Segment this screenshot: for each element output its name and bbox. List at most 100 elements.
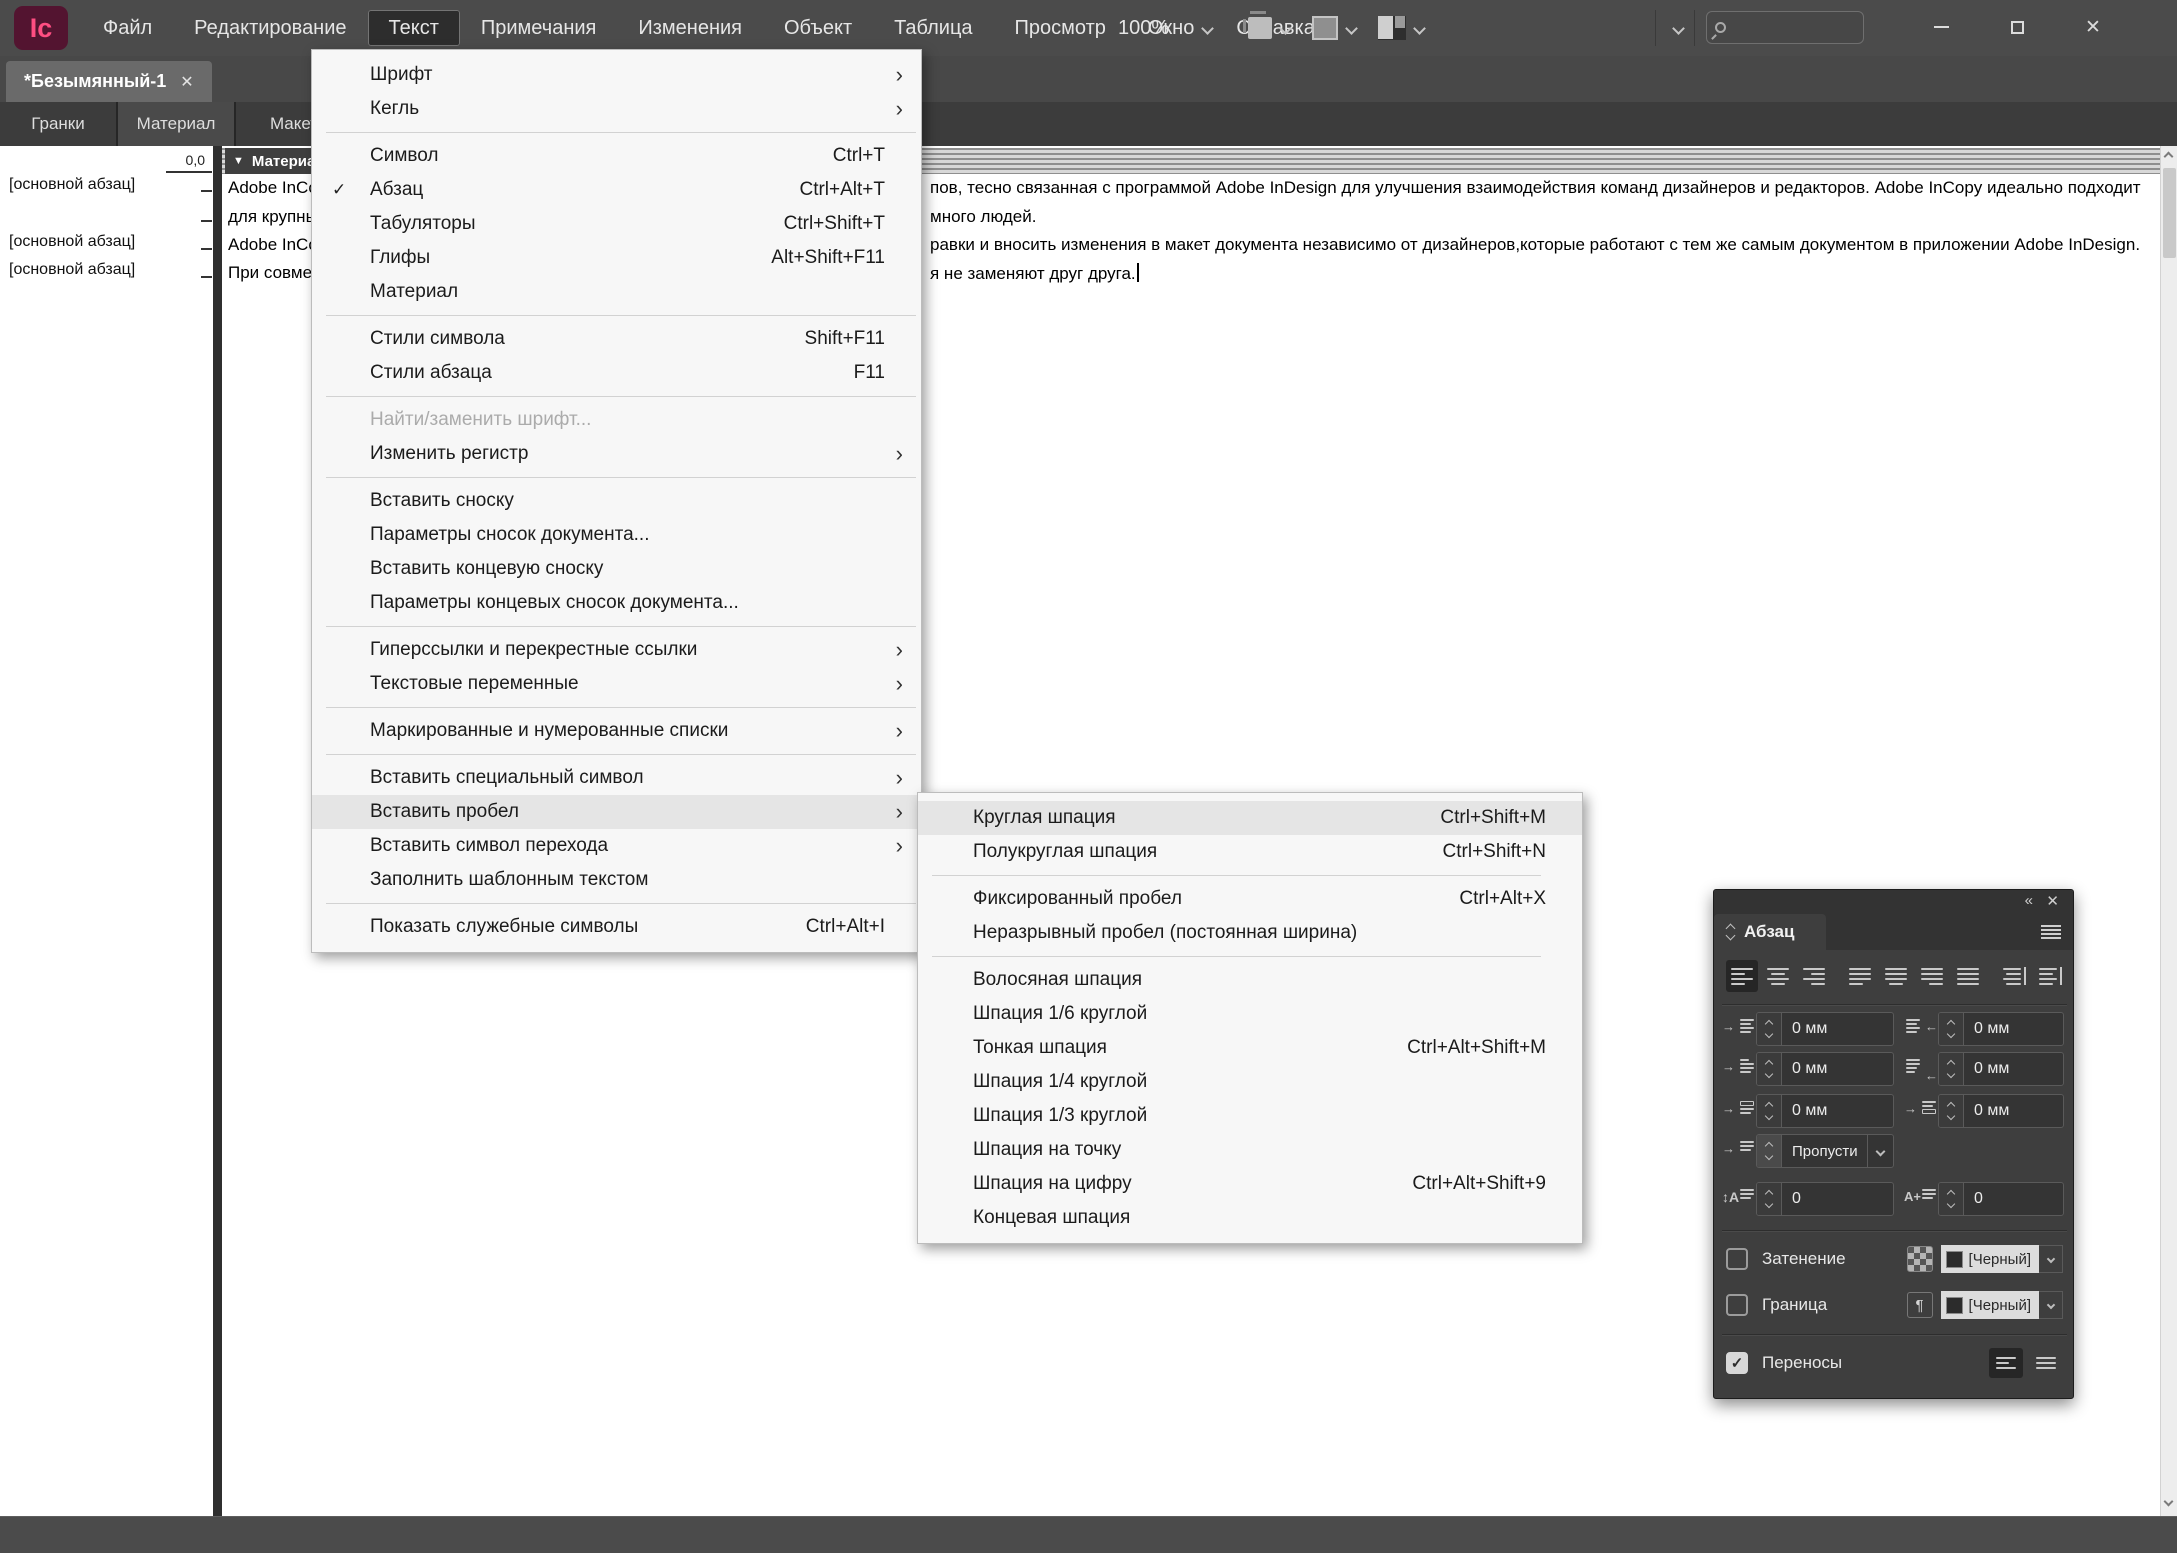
submenu-item[interactable]: ✓ [918, 950, 1582, 963]
menu-item[interactable]: ✓ Глифы Alt+Shift+F11 › [312, 241, 921, 275]
menubar-item[interactable]: Таблица [873, 10, 993, 46]
menu-item[interactable]: ✓ Гиперссылки и перекрестные ссылки › [312, 633, 921, 667]
border-checkbox[interactable] [1726, 1294, 1748, 1316]
justify-last-center-button[interactable] [1880, 960, 1912, 992]
close-button[interactable]: ✕ [2070, 8, 2116, 46]
menu-item[interactable]: ✓ › [312, 126, 921, 139]
menu-item[interactable]: ✓ Материал › [312, 275, 921, 309]
menu-item[interactable]: ✓ › [312, 620, 921, 633]
space-before-field[interactable]: 0 мм [1756, 1094, 1894, 1128]
zoom-control[interactable]: 100% [1118, 10, 1212, 46]
chevron-down-icon[interactable] [1201, 22, 1214, 35]
stepper-icons[interactable] [1757, 1183, 1782, 1215]
menu-item[interactable]: ✓ Абзац Ctrl+Alt+T › [312, 173, 921, 207]
search-box[interactable] [1706, 11, 1864, 44]
menu-item[interactable]: ✓ Стили символа Shift+F11 › [312, 322, 921, 356]
space-after-field[interactable]: 0 мм [1938, 1094, 2064, 1128]
space-between-dropdown[interactable]: Пропусти [1756, 1134, 1894, 1168]
menu-item[interactable]: ✓ Символ Ctrl+T › [312, 139, 921, 173]
stepper-icons[interactable] [1757, 1135, 1782, 1167]
stroke-settings-button[interactable] [1248, 17, 1290, 39]
maximize-button[interactable] [1994, 8, 2040, 46]
frame-view-button[interactable] [1312, 16, 1356, 40]
justify-all-button[interactable] [1952, 960, 1984, 992]
close-tab-icon[interactable]: ✕ [180, 72, 193, 92]
stepper-icons[interactable] [1939, 1053, 1964, 1085]
menu-item[interactable]: ✓ Вставить специальный символ › [312, 761, 921, 795]
drop-cap-chars-field[interactable]: 0 [1938, 1182, 2064, 1216]
align-right-button[interactable] [1798, 960, 1830, 992]
border-color-combo[interactable]: [Черный] [1941, 1291, 2039, 1319]
align-left-button[interactable] [1726, 960, 1758, 992]
search-input[interactable] [1732, 19, 1842, 37]
left-indent-field[interactable]: 0 мм [1756, 1012, 1894, 1046]
submenu-item[interactable]: ✓ Круглая шпация Ctrl+Shift+M [918, 801, 1582, 835]
cycle-panel-icon[interactable] [1724, 923, 1736, 941]
submenu-item[interactable]: ✓ Тонкая шпация Ctrl+Alt+Shift+M [918, 1031, 1582, 1065]
menu-item[interactable]: ✓ Вставить концевую сноску › [312, 552, 921, 586]
menu-item[interactable]: ✓ Стили абзаца F11 › [312, 356, 921, 390]
align-toward-spine-button[interactable] [1998, 960, 2030, 992]
menu-item[interactable]: ✓ Найти/заменить шрифт... › [312, 403, 921, 437]
submenu-item[interactable]: ✓ Шпация 1/6 круглой [918, 997, 1582, 1031]
menubar-item[interactable]: Просмотр [994, 10, 1127, 46]
menu-item[interactable]: ✓ Заполнить шаблонным текстом › [312, 863, 921, 897]
submenu-item[interactable]: ✓ Волосяная шпация [918, 963, 1582, 997]
menubar-item[interactable]: Редактирование [173, 10, 367, 46]
menu-item[interactable]: ✓ Кегль › [312, 92, 921, 126]
stepper-icons[interactable] [1757, 1053, 1782, 1085]
first-line-indent-field[interactable]: 0 мм [1756, 1052, 1894, 1086]
align-away-spine-button[interactable] [2034, 960, 2066, 992]
align-center-button[interactable] [1762, 960, 1794, 992]
submenu-item[interactable]: ✓ Шпация 1/4 круглой [918, 1065, 1582, 1099]
menu-item[interactable]: ✓ Вставить пробел › [312, 795, 921, 829]
chevron-down-icon[interactable] [1279, 22, 1292, 35]
shading-swatch-grid-icon[interactable] [1907, 1246, 1933, 1272]
workspace-chevron-icon[interactable] [1672, 22, 1685, 35]
stepper-icons[interactable] [1939, 1013, 1964, 1045]
chevron-down-icon[interactable] [1413, 22, 1426, 35]
view-tab[interactable]: Материал [118, 102, 236, 146]
chevron-down-icon[interactable] [1345, 22, 1358, 35]
scroll-down-icon[interactable] [2164, 1497, 2174, 1507]
menu-item[interactable]: ✓ › [312, 471, 921, 484]
drop-cap-lines-field[interactable]: 0 [1756, 1182, 1894, 1216]
submenu-item[interactable]: ✓ [918, 869, 1582, 882]
layout-view-button[interactable] [1378, 16, 1424, 40]
submenu-item[interactable]: ✓ Полукруглая шпация Ctrl+Shift+N [918, 835, 1582, 869]
panel-menu-icon[interactable] [2041, 925, 2061, 941]
menu-item[interactable]: ✓ Параметры сносок документа... › [312, 518, 921, 552]
menu-item[interactable]: ✓ Изменить регистр › [312, 437, 921, 471]
menu-item[interactable]: ✓ › [312, 701, 921, 714]
justify-last-left-button[interactable] [1844, 960, 1876, 992]
single-line-composer-button[interactable] [2029, 1348, 2063, 1378]
minimize-button[interactable] [1918, 8, 1964, 46]
submenu-item[interactable]: ✓ Фиксированный пробел Ctrl+Alt+X [918, 882, 1582, 916]
menu-item[interactable]: ✓ Параметры концевых сносок документа...… [312, 586, 921, 620]
chevron-down-icon[interactable] [1867, 1135, 1893, 1167]
submenu-item[interactable]: ✓ Шпация на точку [918, 1133, 1582, 1167]
menu-item[interactable]: ✓ › [312, 897, 921, 910]
hyphenate-checkbox[interactable]: ✓ [1726, 1352, 1748, 1374]
last-line-indent-field[interactable]: 0 мм [1938, 1052, 2064, 1086]
tab-paragraph[interactable]: Абзац [1714, 914, 1826, 950]
menu-item[interactable]: ✓ › [312, 748, 921, 761]
collapse-triangle-icon[interactable]: ▼ [233, 155, 244, 167]
view-tab[interactable]: Гранки [0, 102, 118, 146]
menubar-item[interactable]: Объект [763, 10, 873, 46]
menubar-item[interactable]: Примечания [460, 10, 617, 46]
scroll-up-icon[interactable] [2164, 152, 2174, 162]
stepper-icons[interactable] [1757, 1095, 1782, 1127]
submenu-item[interactable]: ✓ Концевая шпация [918, 1201, 1582, 1235]
collapse-panel-icon[interactable]: « [2025, 892, 2033, 909]
shading-color-combo[interactable]: [Черный] [1941, 1245, 2039, 1273]
document-tab[interactable]: *Безымянный-1 ✕ [6, 61, 212, 102]
submenu-item[interactable]: ✓ Неразрывный пробел (постоянная ширина) [918, 916, 1582, 950]
vertical-scrollbar[interactable] [2160, 146, 2177, 1516]
menubar-item[interactable]: Файл [82, 10, 173, 46]
justify-last-right-button[interactable] [1916, 960, 1948, 992]
menu-item[interactable]: ✓ Вставить символ перехода › [312, 829, 921, 863]
menu-item[interactable]: ✓ Табуляторы Ctrl+Shift+T › [312, 207, 921, 241]
border-paragraph-icon[interactable]: ¶ [1907, 1292, 1933, 1318]
menu-item[interactable]: ✓ Маркированные и нумерованные списки › [312, 714, 921, 748]
